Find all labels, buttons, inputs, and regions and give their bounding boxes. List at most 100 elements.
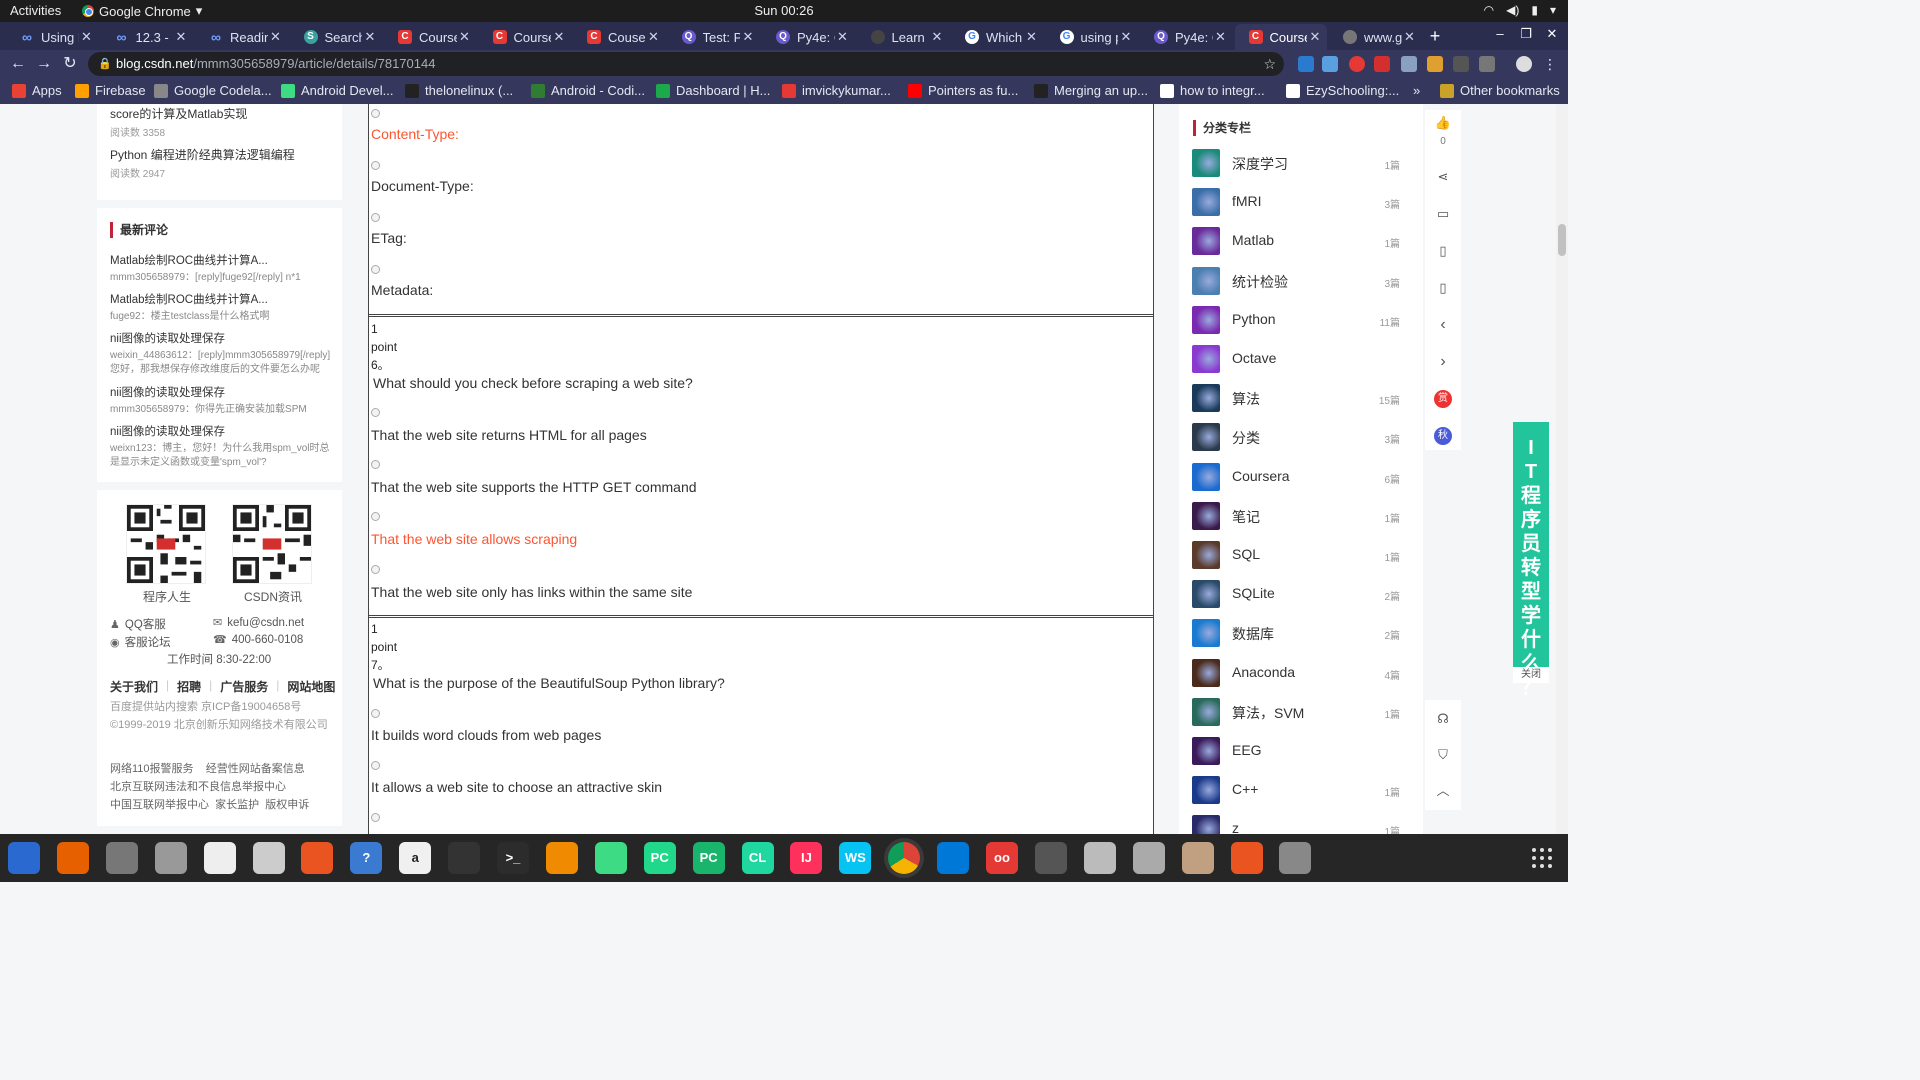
bookmark-star-icon[interactable]: ☆: [1263, 52, 1276, 76]
category-item[interactable]: 算法，SVM 1篇: [1192, 697, 1400, 726]
tab[interactable]: C Course✕: [479, 24, 572, 50]
answer-option[interactable]: That the web site only has links within …: [371, 584, 692, 600]
close-tab-icon[interactable]: ✕: [1024, 29, 1040, 45]
category-item[interactable]: 深度学习 1篇: [1192, 149, 1400, 177]
tab[interactable]: ∞ 12.3 - U✕: [101, 24, 194, 50]
back-to-top-button[interactable]: ︿: [1425, 776, 1461, 806]
menu-dots-icon[interactable]: ⋮: [1540, 54, 1560, 74]
radio-button[interactable]: [371, 813, 380, 822]
color-picker-icon[interactable]: [1034, 842, 1067, 874]
tab[interactable]: ∞ Readin ✕: [195, 24, 288, 50]
close-tab-icon[interactable]: ✕: [1307, 29, 1323, 45]
bookmark-item[interactable]: Android - Codi...: [531, 83, 645, 98]
chrome-icon[interactable]: [888, 842, 921, 874]
extension-icon[interactable]: [1427, 56, 1443, 72]
report-link[interactable]: 经营性网站备案信息: [206, 763, 305, 775]
category-item[interactable]: 分类 3篇: [1192, 423, 1400, 452]
software-icon[interactable]: [301, 842, 334, 874]
category-item[interactable]: Anaconda 4篇: [1192, 658, 1400, 687]
close-tab-icon[interactable]: ✕: [1213, 29, 1229, 45]
report-link[interactable]: 网络110报警服务: [110, 763, 194, 775]
radio-button[interactable]: [371, 213, 380, 222]
minimize-button[interactable]: –: [1490, 26, 1510, 41]
close-tab-icon[interactable]: ✕: [929, 29, 945, 45]
report-link[interactable]: 家长监护: [215, 799, 259, 811]
hot-article[interactable]: Python 编程进阶经典算法逻辑编程 阅读数 2947: [110, 147, 335, 180]
bookmarks-overflow-button[interactable]: »: [1413, 83, 1420, 98]
close-tab-icon[interactable]: ✕: [268, 29, 284, 45]
report-button[interactable]: ⛉: [1425, 740, 1461, 770]
ad-close-button[interactable]: 关闭: [1513, 667, 1549, 683]
tab[interactable]: S Search ✕: [290, 24, 383, 50]
close-tab-icon[interactable]: ✕: [740, 29, 756, 45]
other-bookmarks-folder[interactable]: Other bookmarks: [1440, 83, 1560, 98]
radio-button[interactable]: [371, 408, 380, 417]
share-button[interactable]: ⋖: [1425, 162, 1461, 192]
scanner-icon[interactable]: [1132, 842, 1165, 874]
image-viewer-icon[interactable]: [1181, 842, 1214, 874]
next-button[interactable]: ›: [1425, 347, 1461, 377]
android-studio-icon[interactable]: [594, 842, 627, 874]
radio-button[interactable]: [371, 460, 380, 469]
tab[interactable]: Q Py4e: C✕: [1140, 24, 1233, 50]
extension-icon[interactable]: [1322, 56, 1338, 72]
extension-icon[interactable]: [1374, 56, 1390, 72]
close-tab-icon[interactable]: ✕: [646, 29, 662, 45]
answer-option[interactable]: Document-Type:: [371, 178, 474, 194]
page-scrollbar[interactable]: [1556, 104, 1568, 834]
terminal-icon[interactable]: >_: [497, 842, 529, 874]
report-link[interactable]: 北京互联网违法和不良信息举报中心: [110, 781, 286, 793]
show-applications-button[interactable]: [1532, 848, 1554, 870]
forward-button[interactable]: →: [34, 54, 54, 74]
answer-option[interactable]: ETag:: [371, 230, 407, 246]
text-editor-icon[interactable]: [203, 842, 236, 874]
bookmark-item[interactable]: Apps: [12, 83, 62, 98]
intellij-icon[interactable]: IJ: [790, 842, 823, 874]
close-tab-icon[interactable]: ✕: [835, 29, 851, 45]
jobs-link[interactable]: 招聘: [177, 678, 201, 695]
category-item[interactable]: 数据库 2篇: [1192, 619, 1400, 648]
category-item[interactable]: fMRI 3篇: [1192, 188, 1400, 217]
comment-item[interactable]: nii图像的读取处理保存 mmm305658979：你得先正确安装加载SPM: [110, 386, 332, 417]
category-item[interactable]: EEG: [1192, 737, 1400, 765]
disks-icon[interactable]: [105, 842, 138, 874]
bookmark-item[interactable]: Pointers as fu...: [908, 83, 1018, 98]
close-tab-icon[interactable]: ✕: [79, 29, 95, 45]
category-item[interactable]: Matlab 1篇: [1192, 227, 1400, 256]
reload-button[interactable]: ↻: [60, 54, 80, 74]
oo-icon[interactable]: oo: [986, 842, 1018, 874]
archive-icon[interactable]: [1230, 842, 1263, 874]
pycharm-2-icon[interactable]: PC: [692, 842, 725, 874]
close-tab-icon[interactable]: ✕: [1402, 29, 1418, 45]
mobile-button[interactable]: ▯: [1425, 273, 1461, 303]
category-item[interactable]: Octave: [1192, 345, 1400, 373]
extension-icon[interactable]: [1349, 56, 1365, 72]
activities-button[interactable]: Activities: [10, 3, 61, 18]
category-item[interactable]: 统计检验 3篇: [1192, 266, 1400, 295]
radio-button[interactable]: [371, 709, 380, 718]
tab[interactable]: Q Py4e: C✕: [762, 24, 855, 50]
close-tab-icon[interactable]: ✕: [551, 29, 567, 45]
radio-button[interactable]: [371, 161, 380, 170]
vlc-icon[interactable]: [545, 842, 578, 874]
answer-option[interactable]: Metadata:: [371, 282, 433, 298]
screenshot-icon[interactable]: [1279, 842, 1312, 874]
answer-option[interactable]: It allows a web site to choose an attrac…: [371, 779, 662, 795]
comment-item[interactable]: nii图像的读取处理保存 weixn123：博主，您好！为什么我用spm_vol…: [110, 425, 332, 470]
firefox-icon[interactable]: [56, 842, 89, 874]
clock[interactable]: Sun 00:26: [754, 3, 813, 18]
category-item[interactable]: SQL 1篇: [1192, 541, 1400, 569]
comment-item[interactable]: nii图像的读取处理保存 weixin_44863612：[reply]mmm3…: [110, 332, 332, 377]
maximize-button[interactable]: ❐: [1516, 26, 1536, 42]
sitemap-link[interactable]: 网站地图: [287, 678, 335, 695]
bookmark-item[interactable]: imvickykumar...: [782, 83, 891, 98]
answer-option[interactable]: That the web site supports the HTTP GET …: [371, 479, 697, 495]
system-tray[interactable]: ◠ ◀) ▮ ▾: [1484, 3, 1556, 17]
extension-icon[interactable]: [1401, 56, 1417, 72]
bookmark-item[interactable]: how to integr...: [1160, 83, 1265, 98]
comment-item[interactable]: Matlab绘制ROC曲线并计算A... mmm305658979：[reply…: [110, 254, 332, 285]
report-link[interactable]: 版权申诉: [265, 799, 309, 811]
document-viewer-icon[interactable]: [252, 842, 285, 874]
webstorm-icon[interactable]: WS: [839, 842, 872, 874]
tab[interactable]: Learn p✕: [857, 24, 950, 50]
